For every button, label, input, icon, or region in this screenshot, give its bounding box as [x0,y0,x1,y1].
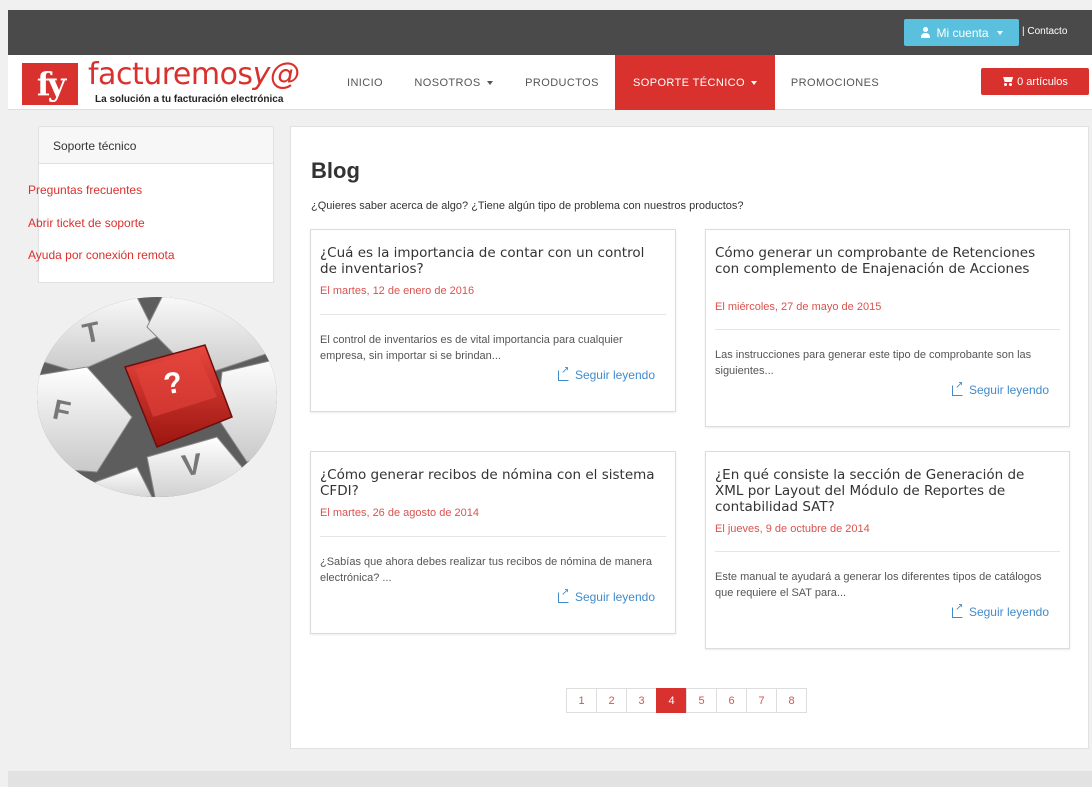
logo-wordmark[interactable]: facturemosy@ [88,57,300,92]
read-more-label: Seguir leyendo [968,605,1049,619]
post-date: El martes, 12 de enero de 2016 [320,285,475,297]
page-link-4-current[interactable]: 4 [656,688,687,713]
post-excerpt: ¿Sabías que ahora debes realizar tus rec… [320,556,653,584]
page-link-1[interactable]: 1 [566,688,597,713]
post-excerpt: Las instrucciones para generar este tipo… [715,349,1032,377]
nav-item-promociones[interactable]: PROMOCIONES [779,55,891,110]
blog-post-card[interactable]: ¿Cuá es la importancia de contar con un … [310,229,676,412]
blog-post-card[interactable]: ¿En qué consiste la sección de Generació… [705,451,1070,649]
page-subtitle: ¿Quieres saber acerca de algo? ¿Tiene al… [311,200,744,212]
read-more-label: Seguir leyendo [574,368,655,382]
nav-item-label: PRODUCTOS [525,76,599,89]
keyboard-question-image: T F V ? [37,297,277,497]
post-date: El miércoles, 27 de mayo de 2015 [715,301,882,313]
my-account-label: Mi cuenta [936,25,989,40]
post-divider [715,551,1060,552]
cart-button[interactable]: 0 artículos [981,68,1089,95]
nav-item-inicio[interactable]: INICIO [335,55,395,110]
post-title[interactable]: Cómo generar un comprobante de Retencion… [715,245,1057,277]
sidebar-link-faq[interactable]: Preguntas frecuentes [28,183,142,197]
nav-item-productos[interactable]: PRODUCTOS [512,55,612,110]
pagination: 1 2 3 4 5 6 7 8 [566,688,807,713]
nav-item-label: SOPORTE TÉCNICO [633,76,745,89]
chevron-down-icon [996,30,1003,35]
sidebar-link-ticket[interactable]: Abrir ticket de soporte [28,216,145,230]
read-more-link[interactable]: Seguir leyendo [557,587,655,604]
read-more-link[interactable]: Seguir leyendo [951,380,1049,397]
chevron-down-icon [486,80,493,85]
logo-name-part2: y@ [252,57,300,92]
page-link-3[interactable]: 3 [626,688,657,713]
post-divider [320,314,666,315]
nav-item-soporte-tecnico[interactable]: SOPORTE TÉCNICO [615,55,775,110]
blog-post-card[interactable]: ¿Cómo generar recibos de nómina con el s… [310,451,676,634]
blog-panel [290,126,1089,749]
external-link-icon [951,602,963,618]
footer-strip [8,771,1092,787]
page-link-8[interactable]: 8 [776,688,807,713]
page-link-6[interactable]: 6 [716,688,747,713]
page-link-2[interactable]: 2 [596,688,627,713]
post-excerpt: El control de inventarios es de vital im… [320,334,623,362]
read-more-label: Seguir leyendo [574,590,655,604]
cart-icon [1002,77,1013,86]
post-divider [715,329,1060,330]
nav-item-label: PROMOCIONES [790,76,880,89]
logo-tagline: La solución a tu facturación electrónica [95,94,284,105]
page-title: Blog [311,158,360,183]
cart-label: 0 artículos [1017,75,1068,88]
post-title[interactable]: ¿Cuá es la importancia de contar con un … [320,245,663,277]
post-excerpt: Este manual te ayudará a generar los dif… [715,571,1042,599]
post-title[interactable]: ¿En qué consiste la sección de Generació… [715,467,1057,515]
user-icon [920,27,931,38]
read-more-link[interactable]: Seguir leyendo [951,602,1049,619]
my-account-button[interactable]: Mi cuenta [904,19,1019,46]
external-link-icon [557,587,569,603]
read-more-link[interactable]: Seguir leyendo [557,365,655,382]
post-title[interactable]: ¿Cómo generar recibos de nómina con el s… [320,467,663,499]
sidebar-link-remote-help[interactable]: Ayuda por conexión remota [28,248,175,262]
nav-item-label: NOSOTROS [414,76,481,89]
read-more-label: Seguir leyendo [968,383,1049,397]
post-date: El martes, 26 de agosto de 2014 [320,507,479,519]
external-link-icon [951,380,963,396]
contact-link[interactable]: | Contacto [1022,26,1067,37]
nav-item-nosotros[interactable]: NOSOTROS [402,55,505,110]
logo-mark[interactable]: fy [22,63,78,105]
post-divider [320,536,666,537]
external-link-icon [557,365,569,381]
post-date: El jueves, 9 de octubre de 2014 [715,523,870,535]
nav-item-label: INICIO [346,76,383,89]
logo-name-part1: facturemos [88,57,253,92]
sidebar-title: Soporte técnico [39,127,273,164]
blog-post-card[interactable]: Cómo generar un comprobante de Retencion… [705,229,1070,427]
chevron-down-icon [750,80,757,85]
page-link-7[interactable]: 7 [746,688,777,713]
page-link-5[interactable]: 5 [686,688,717,713]
